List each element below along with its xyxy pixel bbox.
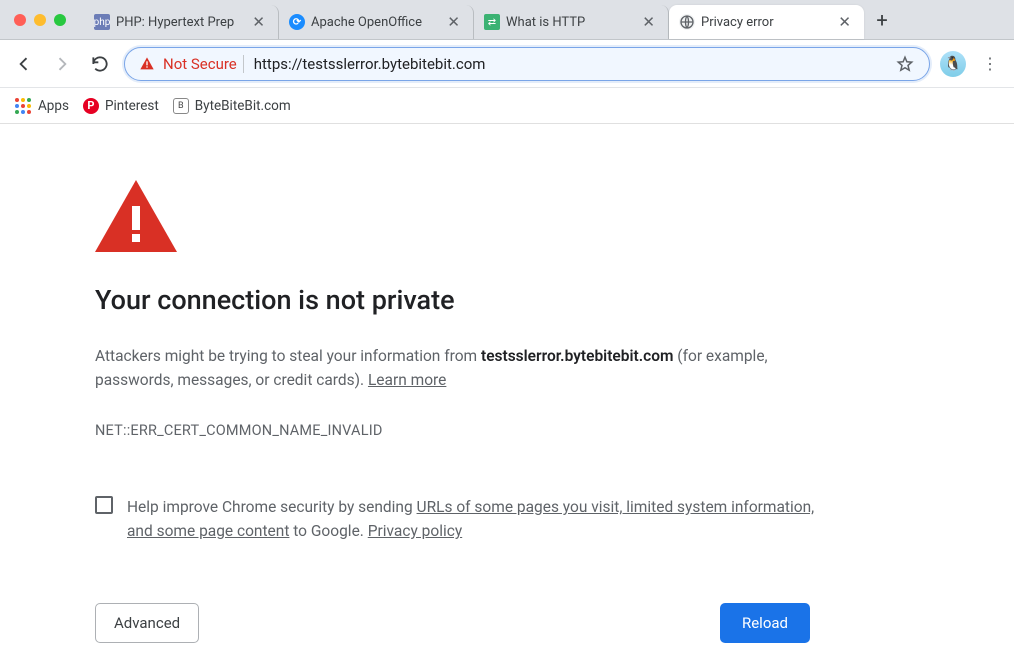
- security-label: Not Secure: [155, 55, 244, 73]
- tab-privacy-error[interactable]: Privacy error ✕: [669, 5, 864, 39]
- tab-title: PHP: Hypertext Prep: [116, 15, 249, 30]
- window-minimize-traffic[interactable]: [34, 14, 46, 26]
- bookmark-star-icon[interactable]: [891, 50, 919, 78]
- bookmark-label: Apps: [38, 98, 69, 114]
- nav-toolbar: Not Secure 🐧 ⋮: [0, 40, 1014, 88]
- bookmark-label: Pinterest: [105, 98, 159, 114]
- apps-shortcut[interactable]: Apps: [14, 97, 69, 115]
- profile-avatar[interactable]: 🐧: [940, 51, 966, 77]
- error-heading: Your connection is not private: [95, 284, 830, 316]
- error-host: testsslerror.bytebitebit.com: [481, 347, 673, 365]
- new-tab-button[interactable]: +: [868, 6, 896, 34]
- omnibox[interactable]: Not Secure: [124, 47, 930, 81]
- optin-row: Help improve Chrome security by sending …: [95, 495, 830, 543]
- bookmarks-bar: Apps P Pinterest B ByteBiteBit.com: [0, 88, 1014, 124]
- error-body: Attackers might be trying to steal your …: [95, 344, 830, 392]
- bytebitebit-icon: B: [173, 98, 189, 114]
- close-icon[interactable]: ✕: [249, 13, 268, 31]
- tab-title: Apache OpenOffice: [311, 15, 444, 30]
- close-icon[interactable]: ✕: [444, 13, 463, 31]
- tab-title: Privacy error: [701, 15, 835, 30]
- favicon-openoffice-icon: ⟳: [289, 14, 305, 30]
- error-code: NET::ERR_CERT_COMMON_NAME_INVALID: [95, 422, 830, 439]
- tab-php[interactable]: php PHP: Hypertext Prep ✕: [84, 5, 279, 39]
- overflow-menu-button[interactable]: ⋮: [976, 50, 1004, 78]
- globe-icon: [679, 14, 695, 30]
- apps-grid-icon: [14, 97, 32, 115]
- forward-button[interactable]: [48, 50, 76, 78]
- tabstrip: php PHP: Hypertext Prep ✕ ⟳ Apache OpenO…: [0, 0, 1014, 40]
- bookmark-bytebitebit[interactable]: B ByteBiteBit.com: [173, 98, 291, 114]
- close-icon[interactable]: ✕: [835, 13, 854, 31]
- bookmark-pinterest[interactable]: P Pinterest: [83, 98, 159, 114]
- pinterest-icon: P: [83, 98, 99, 114]
- tab-apache-openoffice[interactable]: ⟳ Apache OpenOffice ✕: [279, 5, 474, 39]
- back-button[interactable]: [10, 50, 38, 78]
- privacy-policy-link[interactable]: Privacy policy: [368, 522, 462, 540]
- window-zoom-traffic[interactable]: [54, 14, 66, 26]
- reload-button[interactable]: [86, 50, 114, 78]
- action-row: Advanced Reload: [95, 603, 830, 643]
- error-body-prefix: Attackers might be trying to steal your …: [95, 347, 481, 365]
- optin-checkbox[interactable]: [95, 496, 113, 514]
- interstitial-content: Your connection is not private Attackers…: [0, 124, 830, 643]
- advanced-button[interactable]: Advanced: [95, 603, 199, 643]
- learn-more-link[interactable]: Learn more: [368, 371, 446, 389]
- optin-text: Help improve Chrome security by sending …: [127, 495, 830, 543]
- tab-title: What is HTTP: [506, 15, 639, 30]
- close-icon[interactable]: ✕: [639, 13, 658, 31]
- bookmark-label: ByteBiteBit.com: [195, 98, 291, 114]
- traffic-lights: [14, 14, 66, 26]
- favicon-http-icon: ⇄: [484, 14, 500, 30]
- tab-what-is-http[interactable]: ⇄ What is HTTP ✕: [474, 5, 669, 39]
- url-input[interactable]: [244, 55, 891, 73]
- window-close-traffic[interactable]: [14, 14, 26, 26]
- optin-mid: to Google.: [289, 522, 367, 540]
- favicon-php-icon: php: [94, 14, 110, 30]
- not-secure-warning-icon: [139, 56, 155, 72]
- optin-pre: Help improve Chrome security by sending: [127, 498, 417, 516]
- reload-page-button[interactable]: Reload: [720, 603, 810, 643]
- warning-triangle-icon: [95, 180, 830, 252]
